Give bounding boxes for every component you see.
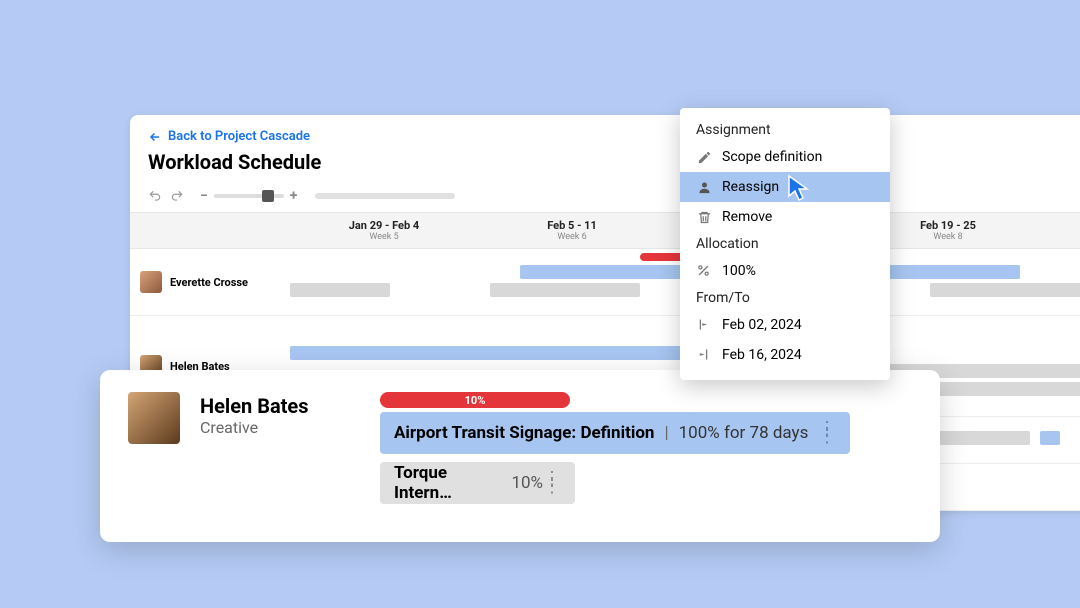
timeline-minimap[interactable] bbox=[315, 193, 455, 199]
zoom-control[interactable]: − + bbox=[200, 188, 297, 204]
avatar bbox=[140, 271, 162, 293]
menu-item-scope[interactable]: Scope definition bbox=[680, 142, 890, 172]
arrow-left-icon bbox=[148, 130, 162, 144]
menu-allocation-value[interactable]: 100% bbox=[680, 256, 890, 286]
menu-date-from[interactable]: Feb 02, 2024 bbox=[680, 310, 890, 340]
page-title: Workload Schedule bbox=[130, 150, 1080, 184]
task-title: Torque Intern… bbox=[394, 463, 505, 503]
pencil-icon bbox=[696, 149, 712, 165]
task-bar[interactable] bbox=[490, 283, 640, 297]
menu-section-assignment: Assignment bbox=[680, 118, 890, 142]
task-bar[interactable] bbox=[1040, 431, 1060, 445]
task-pill[interactable]: Airport Transit Signage: Definition | 10… bbox=[380, 412, 850, 454]
timeline-header: Jan 29 - Feb 4 Week 5 Feb 5 - 11 Week 6 … bbox=[130, 212, 1080, 249]
back-link-label: Back to Project Cascade bbox=[168, 129, 310, 144]
avatar bbox=[128, 392, 180, 444]
drag-handle-icon[interactable]: ⋮⋮ bbox=[818, 425, 836, 441]
menu-date-to[interactable]: Feb 16, 2024 bbox=[680, 340, 890, 370]
zoom-slider[interactable] bbox=[214, 194, 284, 198]
task-title: Airport Transit Signage: Definition bbox=[394, 423, 654, 443]
resource-row: Everette Crosse bbox=[130, 249, 1080, 316]
detail-name: Helen Bates bbox=[200, 394, 360, 418]
detail-role: Creative bbox=[200, 418, 360, 437]
week-column: Feb 5 - 11 Week 6 bbox=[478, 213, 666, 248]
zoom-in-icon[interactable]: + bbox=[290, 188, 298, 204]
task-meta: 10% bbox=[511, 473, 543, 493]
menu-section-allocation: Allocation bbox=[680, 232, 890, 256]
start-date-icon bbox=[696, 317, 712, 333]
percent-icon bbox=[696, 263, 712, 279]
task-bar[interactable] bbox=[930, 283, 1080, 297]
zoom-out-icon[interactable]: − bbox=[200, 188, 208, 204]
person-icon bbox=[696, 179, 712, 195]
task-pill[interactable]: Torque Intern… 10% ⋮⋮ bbox=[380, 462, 575, 504]
task-meta: 100% for 78 days bbox=[679, 423, 809, 443]
end-date-icon bbox=[696, 347, 712, 363]
week-column: Jan 29 - Feb 4 Week 5 bbox=[290, 213, 478, 248]
undo-icon[interactable] bbox=[148, 189, 162, 203]
back-link[interactable]: Back to Project Cascade bbox=[130, 115, 1080, 150]
toolbar: − + bbox=[130, 184, 1080, 212]
resource-detail-card: Helen Bates Creative 10% Airport Transit… bbox=[100, 370, 940, 542]
week-column: Feb 26 - Mar 3 Week 9 bbox=[1042, 213, 1080, 248]
menu-item-reassign[interactable]: Reassign bbox=[680, 172, 890, 202]
cursor-icon bbox=[787, 174, 811, 206]
context-menu: Assignment Scope definition Reassign Rem… bbox=[680, 108, 890, 380]
task-bar[interactable] bbox=[290, 283, 390, 297]
menu-section-fromto: From/To bbox=[680, 286, 890, 310]
resource-label[interactable]: Everette Crosse bbox=[130, 249, 290, 315]
menu-item-remove[interactable]: Remove bbox=[680, 202, 890, 232]
trash-icon bbox=[696, 209, 712, 225]
redo-icon[interactable] bbox=[170, 189, 184, 203]
overallocation-badge: 10% bbox=[380, 392, 570, 408]
drag-handle-icon[interactable]: ⋮⋮ bbox=[543, 475, 561, 491]
